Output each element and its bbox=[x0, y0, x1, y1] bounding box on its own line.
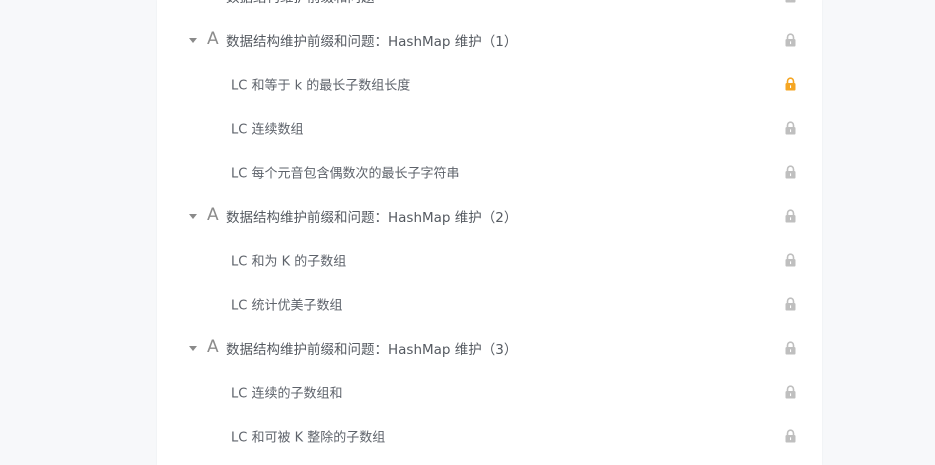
lesson-item[interactable]: LC 和可被 K 整除的子数组 bbox=[157, 414, 822, 458]
section-header[interactable]: A 数据结构维护前缀和问题：HashMap 维护（1） bbox=[157, 18, 822, 62]
lesson-title: LC 统计优美子数组 bbox=[231, 298, 343, 314]
lock-icon bbox=[784, 121, 797, 135]
lock-icon bbox=[784, 429, 797, 443]
lesson-item[interactable]: LC 每个元音包含偶数次的最长子字符串 bbox=[157, 150, 822, 194]
lock-icon bbox=[784, 0, 797, 3]
lock-icon bbox=[784, 385, 797, 399]
section-title: 数据结构维护前缀和问题：HashMap 维护（3） bbox=[226, 342, 518, 358]
lock-icon bbox=[784, 209, 797, 223]
section-title: 数据结构维护前缀和问题 bbox=[226, 0, 375, 6]
caret-down-icon[interactable] bbox=[189, 214, 197, 219]
section-title: 数据结构维护前缀和问题：HashMap 维护（2） bbox=[226, 210, 518, 226]
caret-down-icon[interactable] bbox=[189, 38, 197, 43]
lock-icon bbox=[784, 341, 797, 355]
lock-icon bbox=[784, 33, 797, 47]
lesson-title: LC 连续数组 bbox=[231, 122, 304, 138]
lesson-title: LC 每个元音包含偶数次的最长子字符串 bbox=[231, 166, 460, 182]
section-header[interactable]: A 数据结构维护前缀和问题 bbox=[157, 0, 822, 18]
section-header[interactable]: A 数据结构维护前缀和问题：HashMap 维护（3） bbox=[157, 326, 822, 370]
lock-icon bbox=[784, 253, 797, 267]
course-outline-card: A 数据结构维护前缀和问题 A 数据结构维护前缀和问题：HashMap 维护（1） LC… bbox=[157, 0, 822, 465]
lesson-title: LC 连续的子数组和 bbox=[231, 386, 343, 402]
lesson-item[interactable]: LC 和为 K 的子数组 bbox=[157, 238, 822, 282]
lock-icon bbox=[784, 297, 797, 311]
lesson-title: LC 和为 K 的子数组 bbox=[231, 254, 347, 270]
lock-icon bbox=[784, 165, 797, 179]
lock-icon bbox=[784, 77, 797, 91]
section-header[interactable]: A 数据结构维护前缀和问题：HashMap 维护（2） bbox=[157, 194, 822, 238]
course-outline: A 数据结构维护前缀和问题 A 数据结构维护前缀和问题：HashMap 维护（1） LC… bbox=[157, 0, 822, 458]
lesson-item[interactable]: LC 连续数组 bbox=[157, 106, 822, 150]
chapter-a-icon: A bbox=[207, 29, 219, 50]
lesson-item[interactable]: LC 连续的子数组和 bbox=[157, 370, 822, 414]
caret-down-icon[interactable] bbox=[189, 346, 197, 351]
lesson-title: LC 和等于 k 的最长子数组长度 bbox=[231, 78, 411, 94]
chapter-a-icon: A bbox=[207, 337, 219, 358]
section-title: 数据结构维护前缀和问题：HashMap 维护（1） bbox=[226, 34, 518, 50]
lesson-item[interactable]: LC 统计优美子数组 bbox=[157, 282, 822, 326]
lesson-title: LC 和可被 K 整除的子数组 bbox=[231, 430, 386, 446]
chapter-a-icon: A bbox=[207, 205, 219, 226]
chapter-a-icon: A bbox=[207, 0, 219, 4]
lesson-item[interactable]: LC 和等于 k 的最长子数组长度 bbox=[157, 62, 822, 106]
